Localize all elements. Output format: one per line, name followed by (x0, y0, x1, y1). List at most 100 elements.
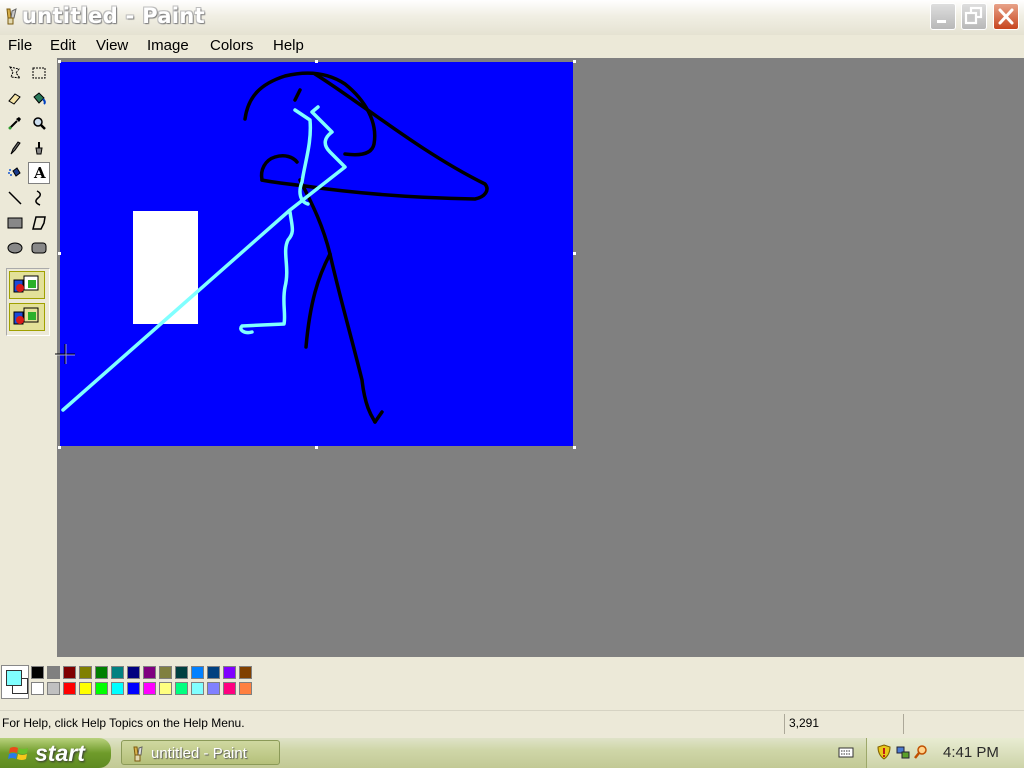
tool-curve[interactable] (28, 187, 50, 209)
color-swatch[interactable] (191, 666, 204, 679)
color-swatch[interactable] (79, 682, 92, 695)
color-swatch[interactable] (63, 682, 76, 695)
color-swatch[interactable] (95, 666, 108, 679)
menu-colors[interactable]: Colors (210, 37, 253, 54)
resize-handle[interactable] (573, 446, 576, 449)
free-select-icon (8, 66, 22, 79)
security-shield-icon[interactable] (877, 744, 891, 760)
minimize-button[interactable] (930, 3, 956, 30)
keyboard-icon[interactable] (838, 745, 854, 759)
taskbar-button-paint[interactable]: untitled - Paint (121, 740, 280, 765)
tool-rounded-rectangle[interactable] (28, 237, 50, 259)
restore-icon (964, 6, 983, 25)
curve-icon (35, 190, 41, 206)
close-button[interactable] (993, 3, 1019, 30)
color-swatch[interactable] (223, 682, 236, 695)
polygon-icon (32, 216, 46, 230)
resize-handle[interactable] (315, 60, 318, 63)
color-swatch[interactable] (143, 682, 156, 695)
workspace (55, 58, 1024, 657)
restore-button[interactable] (961, 3, 987, 30)
paint-app-icon (133, 746, 143, 762)
transparent-option-icon (13, 307, 39, 325)
windows-flag-icon (8, 747, 28, 760)
status-divider (784, 714, 785, 734)
resize-handle[interactable] (315, 446, 318, 449)
title-bar[interactable]: untitled - Paint (0, 0, 1024, 36)
color-swatch[interactable] (31, 682, 44, 695)
menu-edit[interactable]: Edit (50, 37, 76, 54)
tool-polygon[interactable] (28, 212, 50, 234)
menu-view[interactable]: View (96, 37, 128, 54)
resize-handle[interactable] (58, 446, 61, 449)
color-swatch[interactable] (95, 682, 108, 695)
menu-file[interactable]: File (8, 37, 32, 54)
color-swatch[interactable] (175, 682, 188, 695)
airbrush-icon (8, 167, 21, 177)
opaque-option-icon (13, 275, 39, 293)
rectangle-icon (7, 217, 23, 229)
color-swatch[interactable] (175, 666, 188, 679)
eraser-icon (8, 93, 21, 105)
clock: 4:41 PM (943, 744, 999, 761)
window-title: untitled - Paint (22, 4, 205, 28)
tool-fill-with-color[interactable] (28, 87, 50, 109)
transparent-background-option[interactable] (9, 303, 45, 331)
menu-image[interactable]: Image (147, 37, 189, 54)
paint-app-icon (6, 8, 17, 25)
tool-rectangle[interactable] (4, 212, 26, 234)
color-swatch[interactable] (31, 666, 44, 679)
tool-free-form-select[interactable] (4, 62, 26, 84)
color-swatch[interactable] (63, 666, 76, 679)
color-swatch[interactable] (207, 666, 220, 679)
menu-bar: File Edit View Image Colors Help (0, 35, 1024, 57)
color-swatch[interactable] (111, 666, 124, 679)
tool-pick-color[interactable] (4, 112, 26, 134)
crosshair-cursor-icon (55, 344, 75, 364)
opaque-background-option[interactable] (9, 271, 45, 299)
resize-handle[interactable] (573, 60, 576, 63)
color-swatch[interactable] (47, 666, 60, 679)
resize-handle[interactable] (58, 252, 61, 255)
tool-text[interactable]: A (28, 162, 50, 184)
current-colors-indicator (1, 665, 29, 699)
color-swatch[interactable] (127, 682, 140, 695)
tool-magnifier[interactable] (28, 112, 50, 134)
tool-eraser[interactable] (4, 87, 26, 109)
color-swatch[interactable] (223, 666, 236, 679)
start-button[interactable]: start (0, 738, 111, 768)
color-swatch[interactable] (239, 666, 252, 679)
network-icon[interactable] (895, 744, 911, 760)
rect-select-icon (32, 67, 46, 79)
rounded-rect-icon (31, 242, 47, 254)
pencil-icon (10, 141, 21, 155)
minimize-icon (937, 20, 946, 23)
color-swatch[interactable] (159, 666, 172, 679)
color-swatch[interactable] (239, 682, 252, 695)
color-swatch[interactable] (191, 682, 204, 695)
color-swatch[interactable] (159, 682, 172, 695)
resize-handle[interactable] (573, 252, 576, 255)
status-bar: For Help, click Help Topics on the Help … (0, 710, 1024, 737)
color-swatch[interactable] (127, 666, 140, 679)
resize-handle[interactable] (58, 60, 61, 63)
taskbar-button-label: untitled - Paint (151, 745, 247, 762)
color-swatch[interactable] (47, 682, 60, 695)
color-box (0, 658, 1024, 708)
color-swatch[interactable] (111, 682, 124, 695)
status-help-text: For Help, click Help Topics on the Help … (2, 716, 245, 730)
tool-options-panel (6, 268, 50, 336)
tool-airbrush[interactable] (4, 162, 26, 184)
color-swatch[interactable] (207, 682, 220, 695)
tool-brush[interactable] (28, 137, 50, 159)
tool-pencil[interactable] (4, 137, 26, 159)
brush-icon (35, 142, 43, 155)
color-swatch[interactable] (79, 666, 92, 679)
drawing-canvas[interactable] (60, 62, 573, 446)
search-icon[interactable] (913, 744, 929, 760)
tool-line[interactable] (4, 187, 26, 209)
tool-select[interactable] (28, 62, 50, 84)
color-swatch[interactable] (143, 666, 156, 679)
tool-ellipse[interactable] (4, 237, 26, 259)
menu-help[interactable]: Help (273, 37, 304, 54)
